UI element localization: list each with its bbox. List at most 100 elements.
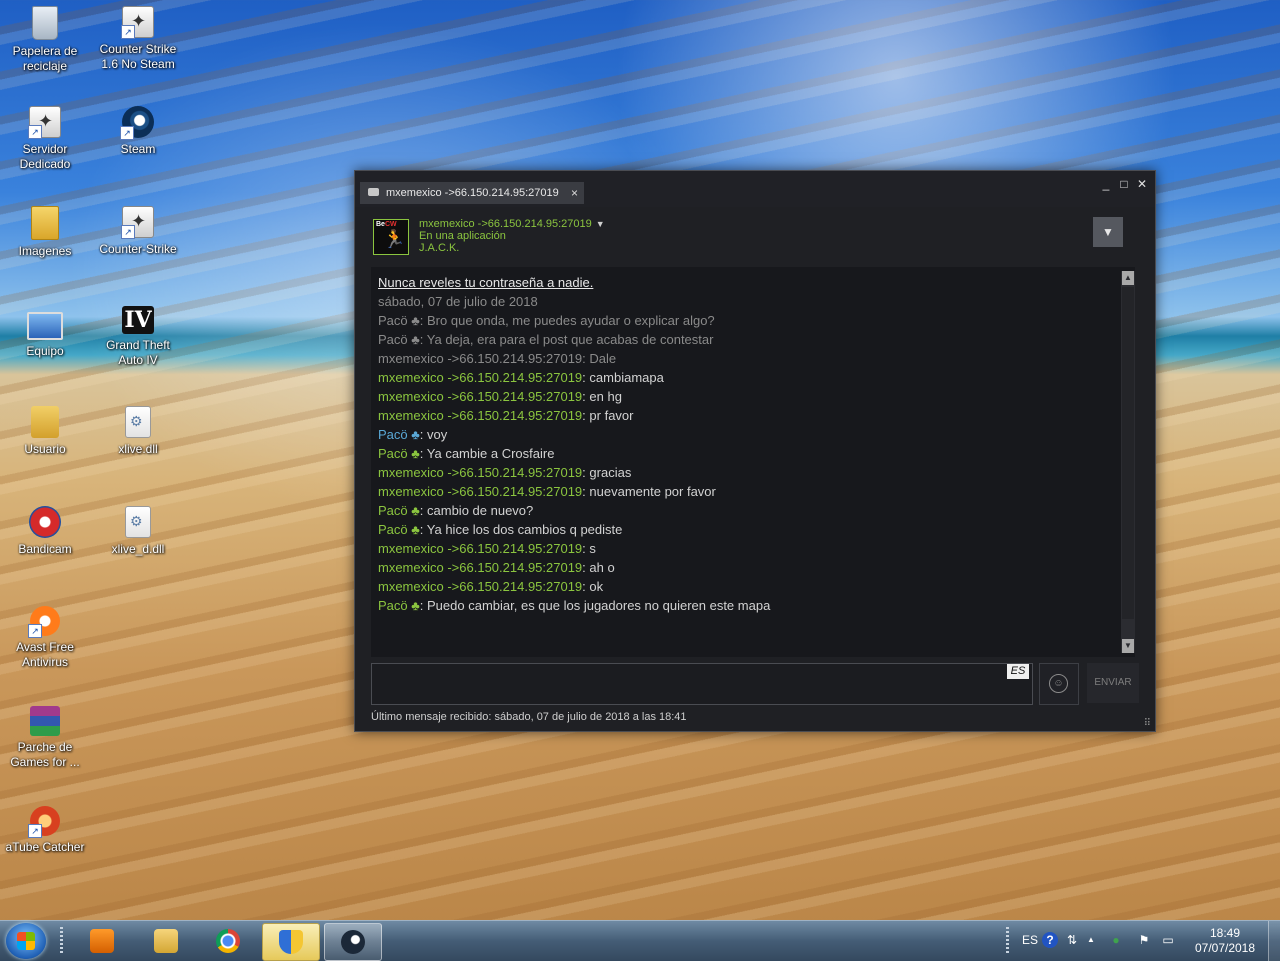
avatar[interactable]: BeCW 🏃: [373, 219, 409, 255]
message-sender[interactable]: Pacö ♣: [378, 503, 420, 518]
gta-icon: IV: [122, 306, 154, 334]
maximize-button[interactable]: □: [1116, 176, 1132, 192]
message-text: pr favor: [589, 408, 634, 423]
desktop-icon-label: Parche de Games for ...: [10, 740, 80, 769]
message-sender[interactable]: Pacö ♣: [378, 598, 420, 613]
desktop-icon-label: aTube Catcher: [5, 840, 85, 854]
scroll-down-arrow-icon[interactable]: ▼: [1122, 639, 1134, 653]
shield-icon: [279, 930, 303, 954]
message-text: cambiamapa: [589, 370, 664, 385]
desktop-icon-xlive-dll[interactable]: xlive.dll: [95, 406, 181, 457]
message-sender[interactable]: mxemexico ->66.150.214.95:27019: [378, 465, 582, 480]
desktop-icon-xlive-d-dll[interactable]: xlive_d.dll: [95, 506, 181, 557]
avatar-badge-b: CW: [384, 221, 397, 228]
security-warning[interactable]: Nunca reveles tu contraseña a nadie.: [378, 273, 1118, 292]
friend-menu-caret-icon[interactable]: ▼: [596, 219, 605, 229]
desktop-icon-usuario[interactable]: Usuario: [2, 406, 88, 457]
scroll-up-arrow-icon[interactable]: ▲: [1122, 271, 1134, 285]
chat-tab[interactable]: mxemexico ->66.150.214.95:27019 ×: [360, 182, 584, 204]
desktop-icon-steam[interactable]: ↗ Steam: [95, 106, 181, 157]
desktop-icon-avast[interactable]: ↗ Avast Free Antivirus: [2, 606, 88, 670]
desktop-icon-recycle-bin[interactable]: Papelera de reciclaje: [2, 6, 88, 74]
desktop-icon-servidor-dedicado[interactable]: ↗ Servidor Dedicado: [2, 106, 88, 172]
scroll-thumb[interactable]: [1122, 287, 1134, 619]
desktop-icon-gta-iv[interactable]: IV Grand Theft Auto IV: [95, 306, 181, 368]
desktop-icon-imagenes[interactable]: Imagenes: [2, 206, 88, 259]
message-sender[interactable]: mxemexico ->66.150.214.95:27019: [378, 541, 582, 556]
desktop-icon-equipo[interactable]: Equipo: [2, 306, 88, 359]
taskbar-app-media-player[interactable]: [74, 923, 130, 959]
tab-close-button[interactable]: ×: [571, 182, 578, 204]
chat-message: Pacö ♣: Ya cambie a Crosfaire: [378, 444, 1118, 463]
message-sender[interactable]: Pacö ♣: [378, 313, 420, 328]
taskbar-app-steam[interactable]: [324, 923, 382, 961]
friend-name[interactable]: mxemexico ->66.150.214.95:27019 ▼: [419, 218, 605, 230]
user-folder-icon: [31, 406, 59, 438]
resize-grip-icon[interactable]: ⠿: [1144, 718, 1151, 729]
desktop-icon-counter-strike[interactable]: ↗ Counter-Strike: [95, 206, 181, 257]
shortcut-arrow-icon: ↗: [120, 126, 134, 140]
desktop-icon-label: xlive_d.dll: [111, 542, 165, 556]
desktop-icon-label: Papelera de reciclaje: [12, 44, 78, 73]
message-separator: :: [419, 332, 427, 347]
desktop-icon-bandicam[interactable]: Bandicam: [2, 506, 88, 557]
show-hidden-icons-arrow-icon[interactable]: ▲: [1083, 932, 1099, 948]
message-sender[interactable]: Pacö ♣: [378, 332, 420, 347]
smiley-icon: ☺: [1049, 674, 1068, 693]
taskbar-grip[interactable]: [60, 927, 63, 955]
message-sender[interactable]: mxemexico ->66.150.214.95:27019: [378, 389, 582, 404]
taskbar-app-security-center[interactable]: [262, 923, 320, 961]
chat-message: mxemexico ->66.150.214.95:27019: pr favo…: [378, 406, 1118, 425]
message-sender[interactable]: Pacö ♣: [378, 522, 420, 537]
desktop-icon-atube-catcher[interactable]: ↗ aTube Catcher: [2, 806, 88, 855]
action-center-flag-icon[interactable]: ⚑: [1136, 932, 1152, 948]
message-sender[interactable]: mxemexico ->66.150.214.95:27019: [378, 560, 582, 575]
minimize-button[interactable]: _: [1098, 176, 1114, 192]
message-input[interactable]: [371, 663, 1033, 705]
taskbar: ES ? ⇅ ▲ ● ⚑ ▭ 18:49 07/07/2018: [0, 920, 1280, 961]
shortcut-arrow-icon: ↗: [121, 25, 135, 39]
message-text: Ya hice los dos cambios q pediste: [426, 522, 623, 537]
start-button[interactable]: [6, 923, 46, 959]
message-sender[interactable]: mxemexico ->66.150.214.95:27019: [378, 579, 582, 594]
chat-options-dropdown-button[interactable]: ▼: [1093, 217, 1123, 247]
message-text: sábado, 07 de julio de 2018: [378, 294, 538, 309]
tray-language-indicator[interactable]: ES: [1022, 933, 1038, 947]
send-button[interactable]: ENVIAR: [1087, 663, 1139, 703]
avast-tray-icon[interactable]: ●: [1108, 932, 1124, 948]
message-text: gracias: [589, 465, 632, 480]
message-text: en hg: [589, 389, 622, 404]
desktop-icon-cs16-nosteam[interactable]: ↗ Counter Strike 1.6 No Steam: [95, 6, 181, 72]
title-bar[interactable]: mxemexico ->66.150.214.95:27019 × _ □ ✕: [355, 171, 1155, 207]
taskbar-app-chrome[interactable]: [200, 923, 256, 959]
emoticon-button[interactable]: ☺: [1039, 663, 1079, 705]
chat-message: Pacö ♣: Bro que onda, me puedes ayudar o…: [378, 311, 1118, 330]
recycle-bin-icon: [32, 6, 58, 40]
help-icon[interactable]: ?: [1042, 932, 1058, 948]
message-sender[interactable]: Pacö ♣: [378, 446, 420, 461]
close-button[interactable]: ✕: [1134, 176, 1150, 192]
desktop-icon-label: Imagenes: [18, 244, 72, 258]
show-desktop-button[interactable]: [1268, 921, 1280, 961]
chat-message: mxemexico ->66.150.214.95:27019: cambiam…: [378, 368, 1118, 387]
desktop-icon-parche-games[interactable]: Parche de Games for ...: [2, 706, 88, 770]
chat-message: mxemexico ->66.150.214.95:27019: s: [378, 539, 1118, 558]
message-scrollbar[interactable]: ▲ ▼: [1121, 271, 1135, 653]
counter-strike-icon: ↗: [121, 206, 154, 239]
network-activity-icon[interactable]: ⇅: [1064, 932, 1080, 948]
tray-grip[interactable]: [1006, 927, 1009, 955]
message-sender[interactable]: mxemexico ->66.150.214.95:27019: [378, 351, 582, 366]
desktop-icon-label: xlive.dll: [118, 442, 158, 456]
message-sender[interactable]: Pacö ♣: [378, 427, 420, 442]
network-monitor-icon[interactable]: ▭: [1160, 932, 1176, 948]
message-sender[interactable]: mxemexico ->66.150.214.95:27019: [378, 370, 582, 385]
friend-profile-header: BeCW 🏃 mxemexico ->66.150.214.95:27019 ▼ …: [371, 217, 1137, 257]
taskbar-app-explorer[interactable]: [138, 923, 194, 959]
message-sender[interactable]: mxemexico ->66.150.214.95:27019: [378, 408, 582, 423]
input-language-badge: ES: [1007, 664, 1029, 679]
counter-strike-icon: ↗: [28, 106, 61, 139]
system-clock[interactable]: 18:49 07/07/2018: [1190, 926, 1260, 956]
message-sender[interactable]: mxemexico ->66.150.214.95:27019: [378, 484, 582, 499]
message-separator: :: [419, 522, 427, 537]
computer-icon: [27, 312, 63, 340]
